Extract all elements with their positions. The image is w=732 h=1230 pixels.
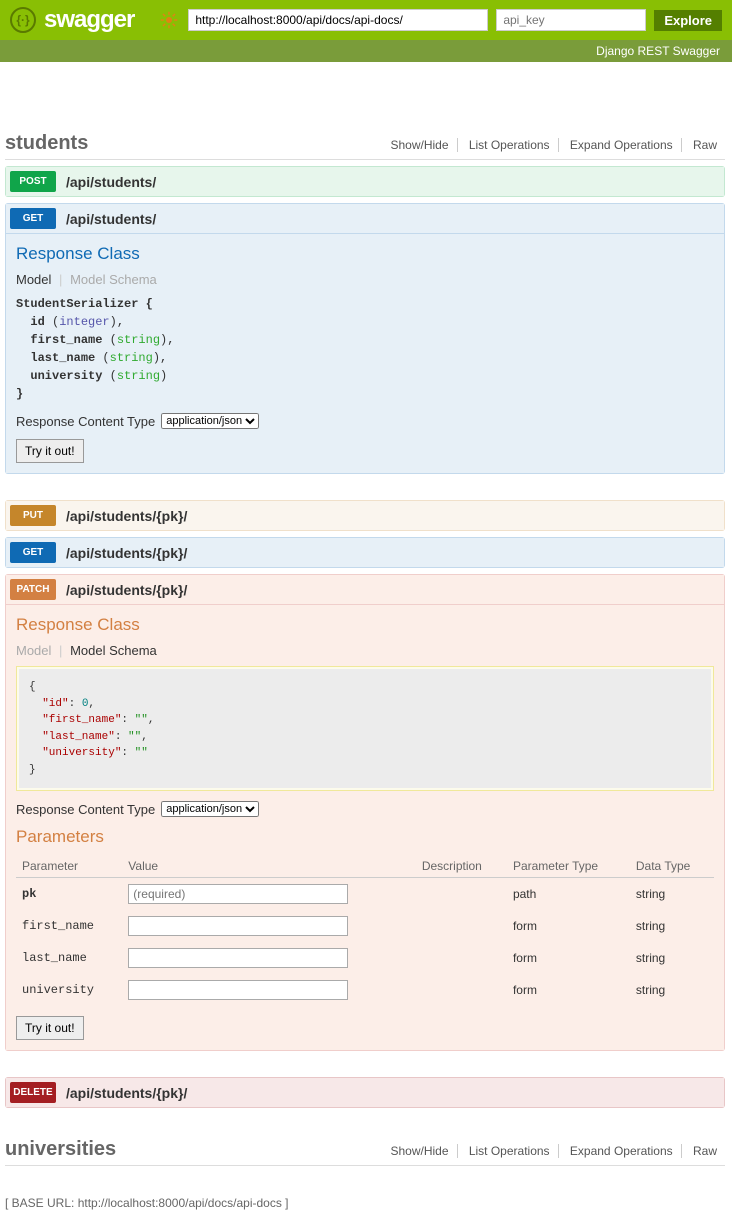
resource-header-students: students Show/Hide List Operations Expan…: [5, 122, 725, 160]
param-row-pk: pk path string: [16, 878, 714, 911]
model-description: StudentSerializer { id (integer), first_…: [16, 295, 714, 403]
resource-actions: Show/Hide List Operations Expand Operati…: [382, 138, 725, 152]
param-input-pk[interactable]: [128, 884, 348, 904]
schema-box: { "id": 0, "first_name": "", "last_name"…: [16, 666, 714, 791]
tab-model[interactable]: Model: [16, 272, 51, 287]
action-showhide[interactable]: Show/Hide: [382, 138, 457, 152]
tab-model-schema[interactable]: Model Schema: [70, 272, 157, 287]
op-get-students: GET /api/students/ Response Class Model …: [5, 203, 725, 474]
param-row-university: university form string: [16, 974, 714, 1006]
resource-header-universities: universities Show/Hide List Operations E…: [5, 1128, 725, 1166]
subheader: Django REST Swagger: [0, 40, 732, 62]
try-it-out-button[interactable]: Try it out!: [16, 1016, 84, 1040]
method-badge: PUT: [10, 505, 56, 526]
op-get-students-pk: GET /api/students/{pk}/: [5, 537, 725, 568]
try-it-out-button[interactable]: Try it out!: [16, 439, 84, 463]
parameters-table: Parameter Value Description Parameter Ty…: [16, 855, 714, 1006]
op-path: /api/students/: [66, 211, 156, 227]
param-input-first-name[interactable]: [128, 916, 348, 936]
swagger-logo-icon: {·}: [10, 7, 36, 33]
op-path: /api/students/{pk}/: [66, 1085, 187, 1101]
op-path: /api/students/: [66, 174, 156, 190]
action-expand[interactable]: Expand Operations: [562, 138, 682, 152]
method-badge: DELETE: [10, 1082, 56, 1103]
config-icon[interactable]: [160, 11, 178, 29]
param-row-first-name: first_name form string: [16, 910, 714, 942]
op-path: /api/students/{pk}/: [66, 508, 187, 524]
method-badge: PATCH: [10, 579, 56, 600]
model-tabs: Model | Model Schema: [16, 272, 714, 287]
method-badge: GET: [10, 208, 56, 229]
action-raw[interactable]: Raw: [685, 1144, 725, 1158]
action-list[interactable]: List Operations: [461, 1144, 559, 1158]
op-header[interactable]: GET /api/students/: [5, 203, 725, 234]
explore-button[interactable]: Explore: [654, 10, 722, 31]
content-type-select[interactable]: application/json: [161, 801, 259, 817]
action-expand[interactable]: Expand Operations: [562, 1144, 682, 1158]
response-class-title: Response Class: [16, 244, 714, 264]
schema-json: { "id": 0, "first_name": "", "last_name"…: [19, 669, 711, 788]
op-content: Response Class Model | Model Schema { "i…: [5, 605, 725, 1051]
resource-title[interactable]: students: [5, 132, 88, 155]
op-header[interactable]: POST /api/students/: [5, 166, 725, 197]
model-tabs: Model | Model Schema: [16, 643, 714, 658]
op-content: Response Class Model | Model Schema Stud…: [5, 234, 725, 474]
top-header: {·} swagger Explore: [0, 0, 732, 40]
content-type-select[interactable]: application/json: [161, 413, 259, 429]
resource-actions: Show/Hide List Operations Expand Operati…: [382, 1144, 725, 1158]
tab-model-schema[interactable]: Model Schema: [70, 643, 157, 658]
apikey-input[interactable]: [496, 9, 646, 31]
url-input[interactable]: [188, 9, 488, 31]
op-delete-students-pk: DELETE /api/students/{pk}/: [5, 1077, 725, 1108]
tab-model[interactable]: Model: [16, 643, 51, 658]
response-content-type-row: Response Content Type application/json: [16, 413, 714, 429]
action-raw[interactable]: Raw: [685, 138, 725, 152]
action-list[interactable]: List Operations: [461, 138, 559, 152]
action-showhide[interactable]: Show/Hide: [382, 1144, 457, 1158]
method-badge: POST: [10, 171, 56, 192]
op-header[interactable]: PUT /api/students/{pk}/: [5, 500, 725, 531]
op-path: /api/students/{pk}/: [66, 545, 187, 561]
method-badge: GET: [10, 542, 56, 563]
base-url: [ BASE URL: http://localhost:8000/api/do…: [5, 1196, 725, 1210]
op-path: /api/students/{pk}/: [66, 582, 187, 598]
param-input-last-name[interactable]: [128, 948, 348, 968]
op-put-students-pk: PUT /api/students/{pk}/: [5, 500, 725, 531]
param-row-last-name: last_name form string: [16, 942, 714, 974]
response-content-type-row: Response Content Type application/json: [16, 801, 714, 817]
op-patch-students-pk: PATCH /api/students/{pk}/ Response Class…: [5, 574, 725, 1051]
op-header[interactable]: DELETE /api/students/{pk}/: [5, 1077, 725, 1108]
parameters-title: Parameters: [16, 827, 714, 847]
resource-title[interactable]: universities: [5, 1138, 116, 1161]
op-header[interactable]: PATCH /api/students/{pk}/: [5, 574, 725, 605]
op-post-students: POST /api/students/: [5, 166, 725, 197]
logo-text: swagger: [44, 6, 134, 34]
response-class-title: Response Class: [16, 615, 714, 635]
op-header[interactable]: GET /api/students/{pk}/: [5, 537, 725, 568]
param-input-university[interactable]: [128, 980, 348, 1000]
